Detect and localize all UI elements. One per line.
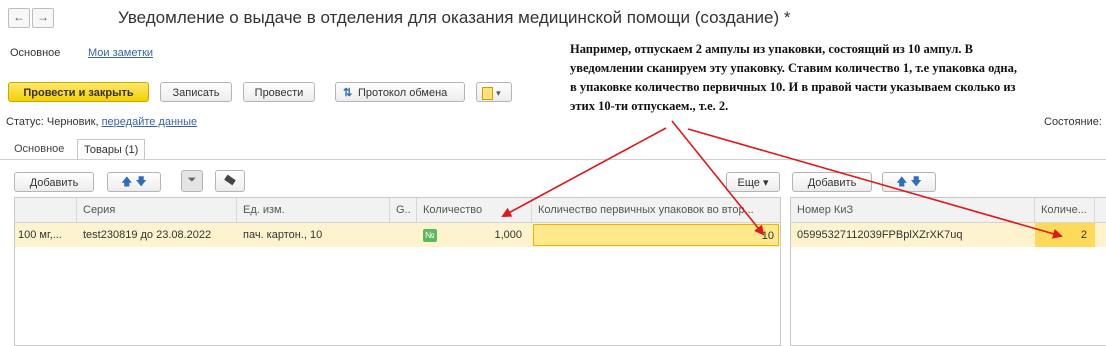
arrow-to-quantity <box>501 127 667 217</box>
arrow-to-kiz-quantity <box>687 128 1063 239</box>
annotation-arrows <box>501 120 1063 239</box>
